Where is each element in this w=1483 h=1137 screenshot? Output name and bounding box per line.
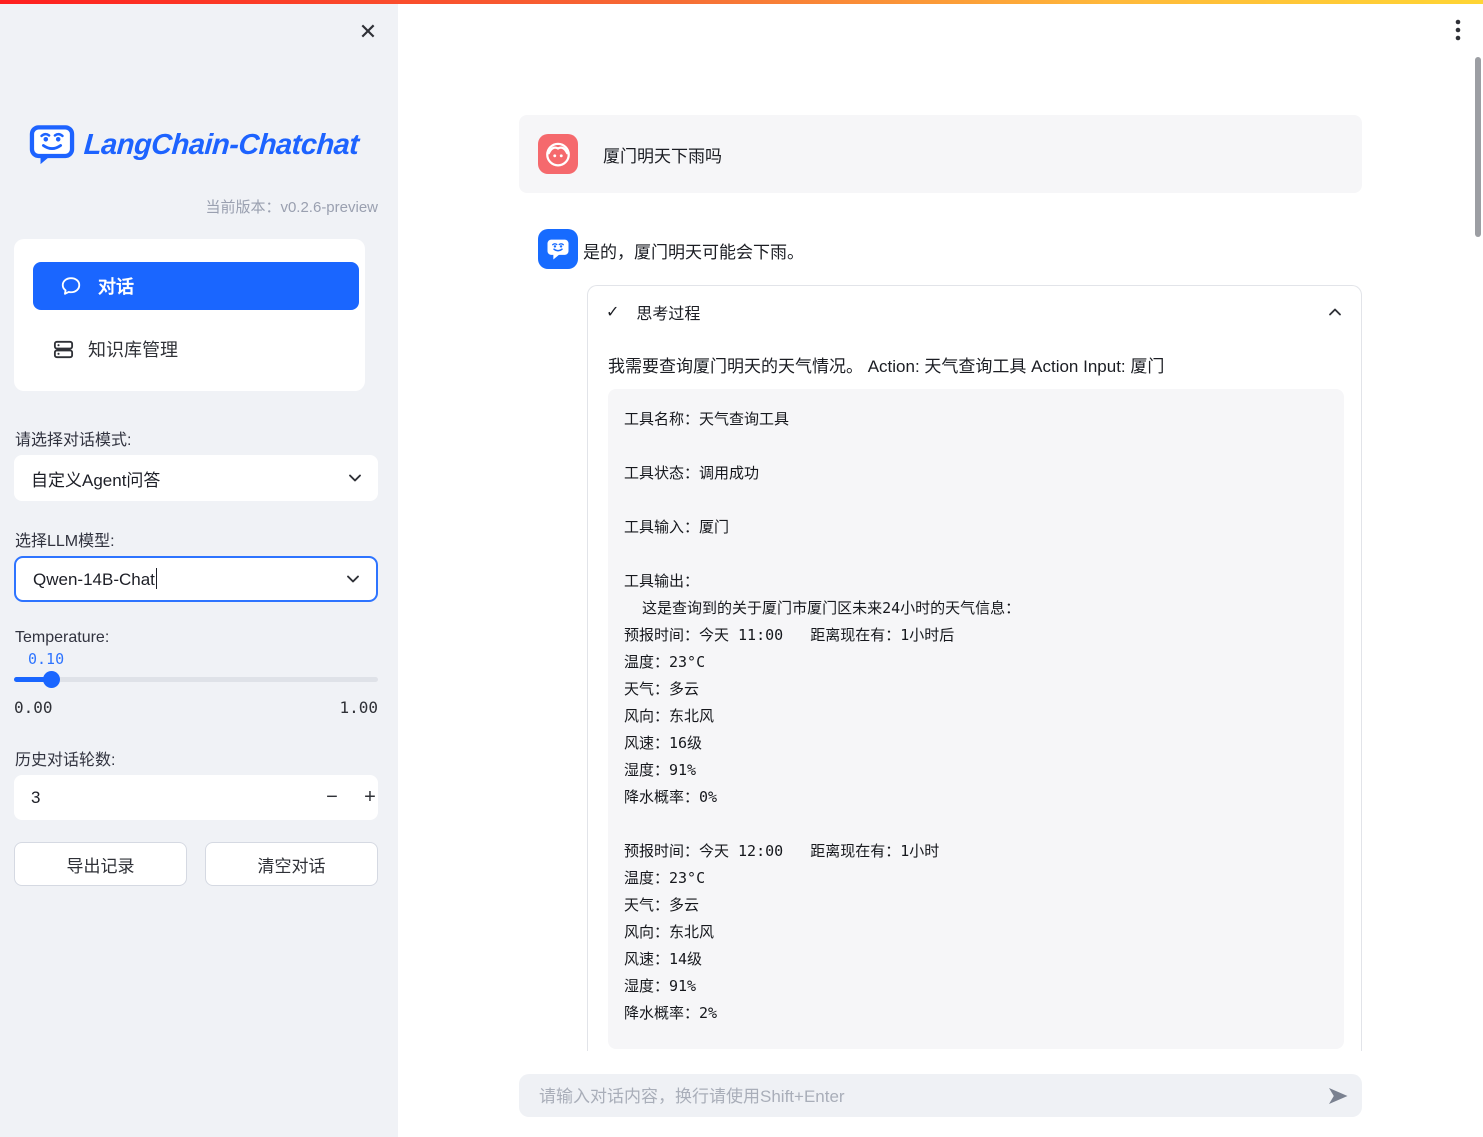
temperature-slider[interactable] [14, 677, 378, 682]
tool-output-text: 工具名称：天气查询工具 工具状态：调用成功 工具输入：厦门 工具输出： 这是查询… [624, 406, 1328, 1027]
user-avatar [538, 134, 578, 174]
sidebar-item-label: 对话 [98, 273, 134, 299]
chat-input-bar [519, 1074, 1362, 1117]
chevron-down-icon [345, 468, 365, 488]
thinking-text: 我需要查询厦门明天的天气情况。 Action: 天气查询工具 Action In… [608, 352, 1338, 377]
sidebar-close-button[interactable]: ✕ [348, 12, 388, 52]
llm-model-select[interactable]: Qwen-14B-Chat [14, 556, 378, 602]
chat-input[interactable] [537, 1074, 1301, 1119]
knowledge-base-icon [52, 338, 75, 361]
user-face-icon [543, 139, 573, 169]
dialogue-mode-label: 请选择对话模式: [15, 426, 131, 450]
kebab-menu-icon [1443, 14, 1473, 46]
dialogue-mode-select[interactable]: 自定义Agent问答 [14, 455, 378, 501]
dialogue-mode-value: 自定义Agent问答 [31, 466, 160, 491]
thinking-expander-label: 思考过程 [636, 300, 700, 324]
chat-bubble-logo-icon [29, 124, 75, 166]
slider-thumb[interactable] [43, 671, 60, 688]
sidebar-item-dialogue[interactable]: 对话 [33, 262, 359, 310]
thinking-expander-header[interactable]: ✓ 思考过程 [588, 286, 1361, 338]
export-records-button[interactable]: 导出记录 [14, 842, 187, 886]
app-logo: LangChain-Chatchat [29, 124, 359, 166]
sidebar-item-knowledge-base[interactable]: 知识库管理 [33, 325, 359, 373]
temperature-label: Temperature: [15, 629, 109, 647]
app-title: LangChain-Chatchat [83, 129, 360, 162]
increment-button[interactable]: + [351, 775, 389, 820]
assistant-avatar [538, 229, 578, 269]
thinking-expander: ✓ 思考过程 我需要查询厦门明天的天气情况。 Action: 天气查询工具 Ac… [587, 285, 1362, 1051]
top-decoration-bar [0, 0, 1483, 4]
assistant-chat-icon [544, 235, 572, 263]
nav-card: 对话 知识库管理 [14, 239, 365, 391]
temperature-min: 0.00 [14, 698, 53, 717]
text-cursor [156, 568, 158, 589]
history-rounds-input[interactable]: 3 − + [14, 775, 378, 820]
app-window: ✕ LangChain-Chatchat 当前版本：v0.2.6-preview [0, 0, 1483, 1137]
sidebar-item-label: 知识库管理 [88, 336, 178, 362]
send-button[interactable] [1326, 1084, 1350, 1108]
user-message-text: 厦门明天下雨吗 [603, 115, 722, 193]
chevron-down-icon [343, 569, 363, 589]
history-rounds-label: 历史对话轮数: [15, 746, 115, 770]
history-rounds-value: 3 [31, 775, 40, 820]
send-icon [1326, 1084, 1350, 1108]
main-menu-button[interactable] [1443, 14, 1473, 46]
sidebar: ✕ LangChain-Chatchat 当前版本：v0.2.6-preview [0, 0, 398, 1137]
assistant-message-text: 是的，厦门明天可能会下雨。 [583, 238, 804, 263]
clear-dialogue-button[interactable]: 清空对话 [205, 842, 378, 886]
version-text: 当前版本：v0.2.6-preview [205, 196, 378, 217]
chevron-up-icon [1325, 302, 1345, 322]
check-icon: ✓ [606, 302, 619, 322]
speech-bubble-icon [60, 275, 82, 297]
scrollbar-thumb[interactable] [1475, 57, 1481, 237]
temperature-value: 0.10 [28, 650, 64, 668]
llm-model-value: Qwen-14B-Chat [33, 570, 155, 589]
user-message-row: 厦门明天下雨吗 [519, 115, 1362, 193]
decrement-button[interactable]: − [313, 775, 351, 820]
tool-output-block: 工具名称：天气查询工具 工具状态：调用成功 工具输入：厦门 工具输出： 这是查询… [608, 389, 1344, 1049]
temperature-max: 1.00 [339, 698, 378, 717]
llm-model-label: 选择LLM模型: [15, 527, 115, 551]
